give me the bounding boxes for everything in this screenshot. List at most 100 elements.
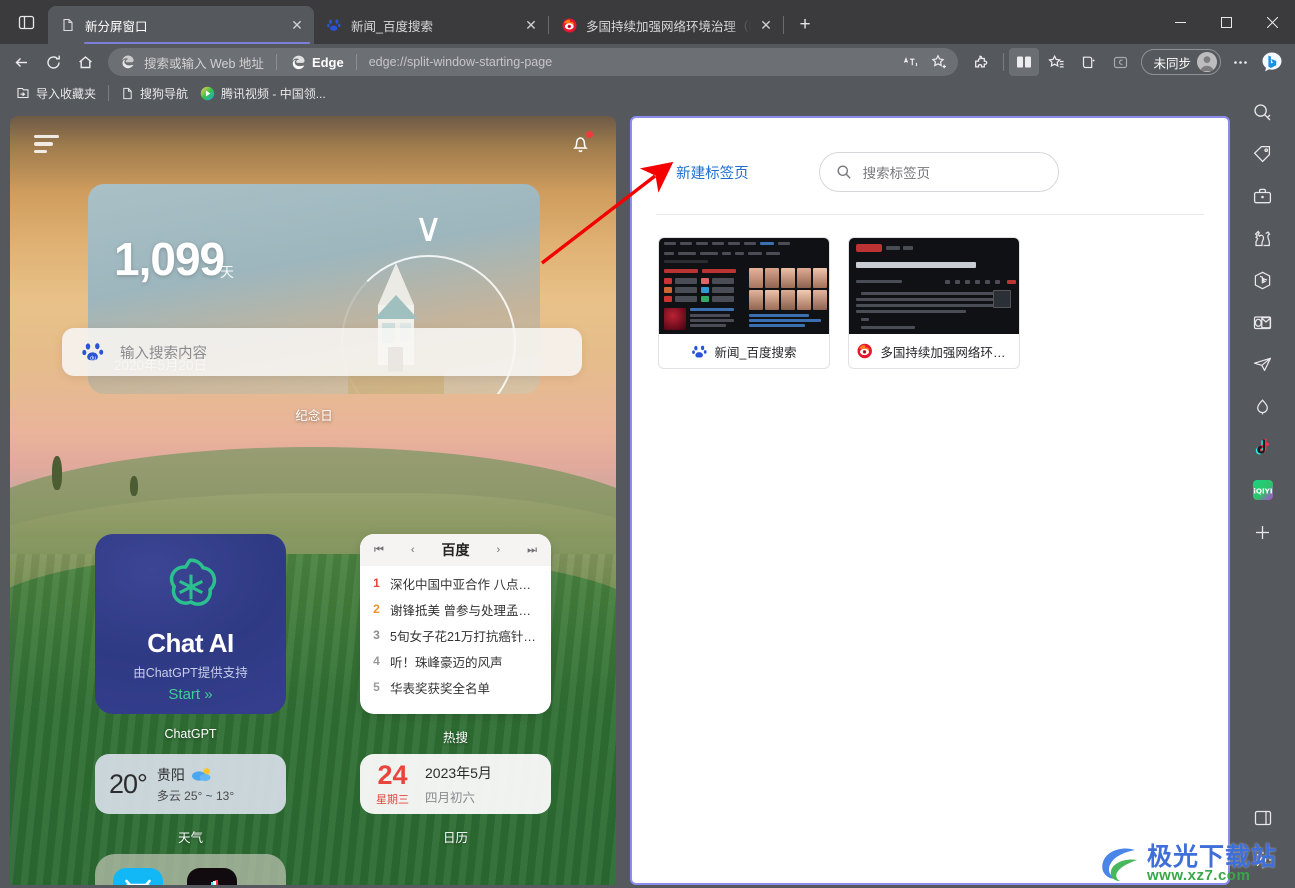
notification-bell-icon[interactable]	[569, 131, 593, 160]
svg-text:iQIYI: iQIYI	[1253, 486, 1272, 495]
hotsearch-item[interactable]: 3 5旬女子花21万打抗癌针竟...	[360, 622, 551, 648]
search-icon[interactable]	[1245, 94, 1281, 130]
background-tree	[52, 456, 62, 490]
skip-first-icon[interactable]: ⏮	[374, 544, 384, 557]
hotsearch-item[interactable]: 1 深化中国中亚合作 八点建...	[360, 570, 551, 596]
games-icon[interactable]	[1245, 220, 1281, 256]
tab-close-button[interactable]: ✕	[755, 14, 777, 36]
read-aloud-icon[interactable]	[898, 50, 924, 74]
telegram-send-icon[interactable]	[1245, 346, 1281, 382]
new-tab-link[interactable]: + 新建标签页	[656, 162, 749, 183]
hotsearch-rank: 4	[373, 654, 380, 668]
prev-icon[interactable]: ‹	[411, 544, 415, 556]
browser-essentials-icon[interactable]	[1105, 48, 1135, 76]
new-tab-link-label: 新建标签页	[676, 165, 749, 182]
hamburger-menu-icon[interactable]	[34, 134, 59, 158]
import-favorites-icon	[17, 87, 29, 99]
hotsearch-item[interactable]: 5 华表奖获奖全名单	[360, 674, 551, 700]
svg-text:du: du	[90, 356, 96, 362]
hotsearch-item[interactable]: 2 谢锋抵美 曾参与处理孟晚...	[360, 596, 551, 622]
chatgpt-widget[interactable]: Chat AI 由ChatGPT提供支持 Start »	[95, 534, 286, 714]
omnibox-divider-2	[355, 54, 357, 70]
bookmark-import-favorites[interactable]: 导入收藏夹	[10, 82, 102, 105]
add-sidebar-icon[interactable]	[1245, 514, 1281, 550]
next-icon[interactable]: ›	[496, 544, 500, 556]
homepage-search-placeholder: 输入搜索内容	[120, 345, 207, 362]
address-bar-placeholder: 搜索或输入 Web 地址	[144, 56, 264, 71]
tab-1[interactable]: 新闻_百度搜索 ✕	[314, 6, 548, 44]
bookmarks-bar: 导入收藏夹 搜狗导航 腾讯视频 - 中国领...	[0, 80, 1295, 106]
tab-card-title: 新闻_百度搜索	[714, 345, 797, 360]
bookmark-tencent-video[interactable]: 腾讯视频 - 中国领...	[194, 82, 332, 105]
shopping-tag-icon[interactable]	[1245, 136, 1281, 172]
hotsearch-text: 深化中国中亚合作 八点建...	[390, 577, 539, 592]
chatgpt-title: Chat AI	[147, 628, 234, 658]
skip-last-icon[interactable]: ⏭	[527, 544, 537, 557]
edge-icon	[118, 53, 136, 71]
hotsearch-rank: 5	[373, 680, 380, 694]
hotsearch-item[interactable]: 4 听！珠峰豪迈的风声	[360, 648, 551, 674]
anniversary-label: 纪念日	[295, 409, 333, 423]
tab-close-button[interactable]: ✕	[286, 14, 308, 36]
outlook-icon[interactable]	[1245, 304, 1281, 340]
drop-bell-icon[interactable]	[1245, 388, 1281, 424]
reload-icon[interactable]	[38, 48, 68, 76]
tab-search-input[interactable]: 搜索标签页	[818, 152, 1059, 192]
puzzle-icon[interactable]	[966, 48, 996, 76]
star-add-icon[interactable]	[926, 50, 952, 74]
profile-button[interactable]: 未同步	[1141, 49, 1221, 75]
page-icon	[60, 17, 76, 33]
tab-card-footer: 多国持续加强网络环境...	[849, 334, 1019, 368]
address-bar[interactable]: 搜索或输入 Web 地址 Edge edge://split-window-st…	[108, 48, 959, 76]
notification-dot	[586, 131, 593, 138]
calendar-label: 日历	[442, 831, 468, 845]
app-folder-widget[interactable]: IMDb OTT	[95, 854, 286, 885]
maximize-button[interactable]	[1203, 0, 1249, 44]
back-arrow-icon[interactable]	[6, 48, 36, 76]
avatar	[1197, 52, 1217, 72]
home-icon[interactable]	[70, 48, 100, 76]
tiktok-icon[interactable]	[187, 868, 237, 885]
collections-icon[interactable]	[1073, 48, 1103, 76]
new-tab-button[interactable]: +	[790, 10, 820, 40]
weather-description: 多云 25° ~ 13°	[156, 788, 235, 803]
search-icon	[837, 165, 851, 179]
calendar-lunar: 四月初六	[425, 790, 476, 805]
tab-close-button[interactable]: ✕	[520, 14, 542, 36]
tab-card[interactable]: 多国持续加强网络环境...	[848, 237, 1020, 369]
more-dots-icon[interactable]	[1225, 48, 1255, 76]
homepage-search-input[interactable]: du 输入搜索内容	[62, 328, 582, 376]
watermark-logo-icon	[1102, 848, 1137, 881]
bing-copilot-icon[interactable]	[1257, 48, 1287, 76]
omnibox-divider	[275, 54, 277, 70]
window-controls	[1157, 0, 1295, 44]
calendar-widget[interactable]: 24 星期三 2023年5月 四月初六	[360, 754, 551, 814]
calendar-day: 24	[377, 759, 408, 790]
tab-card-footer: 新闻_百度搜索	[659, 334, 829, 368]
tiktok-icon[interactable]	[1245, 430, 1281, 466]
split-screen-icon[interactable]	[1009, 48, 1040, 76]
baidu-paw-icon: du	[82, 343, 104, 362]
homepage-header	[10, 116, 616, 176]
tab-0[interactable]: 新分屏窗口 ✕	[48, 6, 314, 44]
tools-briefcase-icon[interactable]	[1245, 178, 1281, 214]
tab-actions-icon[interactable]	[6, 4, 46, 40]
browser-toolbar: 搜索或输入 Web 地址 Edge edge://split-window-st…	[0, 44, 1295, 80]
tab-card-list: 新闻_百度搜索 多国持续加强网络环境...	[632, 215, 1228, 369]
minimize-button[interactable]	[1157, 0, 1203, 44]
bilibili-icon[interactable]	[113, 868, 163, 885]
hotsearch-text: 听！珠峰豪迈的风声	[390, 655, 503, 670]
iqiyi-icon[interactable]: iQIYI	[1245, 472, 1281, 508]
tab-card[interactable]: 新闻_百度搜索	[658, 237, 830, 369]
bookmark-label: 导入收藏夹	[36, 86, 97, 101]
chatgpt-start-button[interactable]: Start »	[95, 686, 286, 703]
customize-sidebar-icon[interactable]	[1245, 800, 1281, 836]
hotsearch-label: 热搜	[442, 731, 468, 745]
favorites-star-icon[interactable]	[1041, 48, 1071, 76]
tab-2[interactable]: 多国持续加强网络环境治理（国际 ✕	[549, 6, 783, 44]
weather-widget[interactable]: 20° 贵阳 多云 25° ~ 13°	[95, 754, 286, 814]
bing-chat-icon[interactable]	[1245, 262, 1281, 298]
close-button[interactable]	[1249, 0, 1295, 44]
hotsearch-source: 百度	[441, 542, 470, 558]
bookmark-sogou-nav[interactable]: 搜狗导航	[115, 82, 194, 105]
